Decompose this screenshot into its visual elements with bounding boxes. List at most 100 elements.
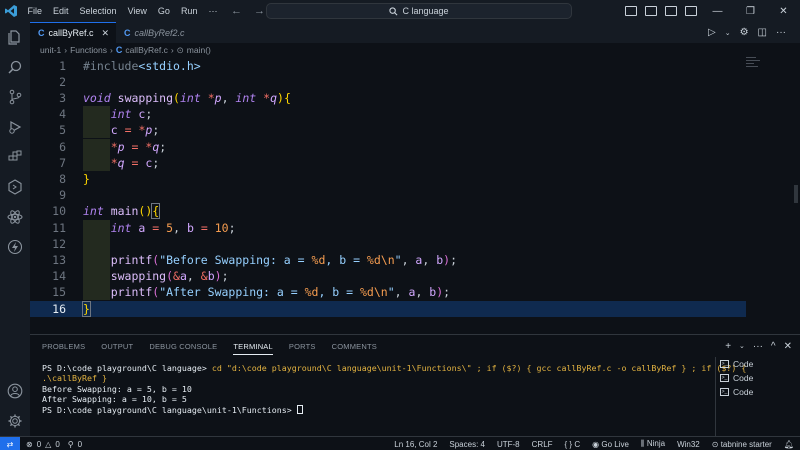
maximize-panel-icon[interactable]: ^ — [771, 341, 776, 352]
current-code-line: 16 } — [30, 300, 746, 317]
encoding[interactable]: UTF-8 — [497, 440, 520, 449]
warning-icon[interactable]: △ — [45, 440, 51, 449]
account-icon[interactable] — [0, 376, 30, 406]
line-number: 9 — [59, 188, 66, 203]
braces-icon: { } — [564, 439, 573, 449]
remote-explorer-icon[interactable] — [0, 172, 30, 202]
remote-window-icon[interactable]: ⇄ — [0, 437, 20, 450]
terminal-icon: >_ — [720, 360, 729, 368]
extensions-icon[interactable] — [0, 142, 30, 172]
tab-ports[interactable]: PORTS — [289, 342, 316, 351]
more-menu-icon[interactable]: ··· — [203, 0, 223, 22]
breadcrumb-symbol[interactable]: main() — [187, 45, 211, 55]
more-actions-icon[interactable]: ··· — [753, 341, 763, 352]
code-line: 6 *p = *q; — [30, 138, 746, 155]
more-actions-icon[interactable]: ··· — [776, 27, 786, 38]
tab-comments[interactable]: COMMENTS — [332, 342, 377, 351]
editor-scrollbar[interactable] — [793, 57, 800, 207]
menu-bar: File Edit Selection View Go Run ··· — [22, 0, 223, 22]
explorer-icon[interactable] — [0, 22, 30, 52]
forward-arrow-icon[interactable]: → — [254, 5, 265, 17]
tab-terminal[interactable]: TERMINAL — [233, 342, 273, 355]
line-ending[interactable]: CRLF — [532, 440, 553, 449]
tab-label: callByRef2.c — [134, 27, 185, 38]
code-line: 3 void swapping(int *p, int *q){ — [30, 90, 746, 106]
toggle-secondary-sidebar-icon[interactable] — [665, 6, 677, 16]
terminal-output[interactable]: PS D:\code playground\C language> cd "d:… — [42, 363, 746, 415]
terminal-dropdown-icon[interactable]: ⌄ — [739, 342, 745, 350]
tab-label: callByRef.c — [48, 28, 94, 38]
chevron-right-icon: › — [64, 45, 68, 55]
react-icon[interactable] — [0, 202, 30, 232]
tab-debug-console[interactable]: DEBUG CONSOLE — [149, 342, 217, 351]
minimize-button[interactable]: — — [701, 0, 734, 22]
search-icon[interactable] — [0, 52, 30, 82]
c-file-icon: C — [124, 27, 131, 38]
language-mode[interactable]: { } C — [565, 440, 581, 449]
close-panel-icon[interactable]: ✕ — [784, 341, 792, 352]
settings-gear-icon[interactable]: ⚙ — [740, 27, 749, 38]
terminal-instance[interactable]: >_ Code — [720, 385, 800, 399]
line-number: 10 — [52, 204, 66, 219]
line-number: 7 — [59, 155, 66, 170]
settings-gear-icon[interactable] — [0, 406, 30, 436]
toggle-sidebar-icon[interactable] — [625, 6, 637, 16]
menu-run[interactable]: Run — [175, 0, 203, 22]
code-editor[interactable]: 1 #include<stdio.h> 2 3 void swapping(in… — [30, 57, 800, 329]
c-file-icon: C — [38, 28, 45, 38]
breadcrumb-unit1[interactable]: unit-1 — [40, 45, 61, 55]
cursor-position[interactable]: Ln 16, Col 2 — [394, 440, 437, 449]
tab-callbyref2[interactable]: C callByRef2.c — [116, 22, 206, 43]
close-tab-icon[interactable]: ✕ — [102, 28, 110, 39]
ports-icon[interactable]: ⚲ — [68, 440, 74, 449]
terminal-icon: >_ — [720, 388, 729, 396]
breadcrumb-file[interactable]: callByRef.c — [125, 45, 168, 55]
split-editor-icon[interactable]: ◫ — [758, 27, 767, 38]
lightning-icon[interactable] — [0, 232, 30, 262]
error-count[interactable]: 0 — [37, 440, 41, 449]
minimap[interactable] — [746, 57, 762, 77]
warning-count[interactable]: 0 — [55, 440, 59, 449]
line-number: 14 — [52, 269, 66, 284]
close-window-button[interactable]: ✕ — [767, 0, 800, 22]
menu-go[interactable]: Go — [152, 0, 175, 22]
run-debug-icon[interactable] — [0, 112, 30, 142]
ports-count[interactable]: 0 — [78, 440, 82, 449]
terminal-output-line: After Swapping: a = 10, b = 5 — [42, 394, 187, 405]
line-number: 6 — [59, 139, 66, 154]
function-symbol-icon: ⊙ — [176, 44, 184, 55]
code-line: 15 printf("After Swapping: a = %d, b = %… — [30, 284, 746, 301]
terminal-icon: >_ — [720, 374, 729, 382]
run-file-icon[interactable]: ▷ — [708, 27, 716, 38]
tab-problems[interactable]: PROBLEMS — [42, 342, 85, 351]
indentation[interactable]: Spaces: 4 — [449, 440, 485, 449]
terminal-instance[interactable]: >_ Code — [720, 357, 800, 371]
terminal-instance[interactable]: >_ Code — [720, 371, 800, 385]
line-number: 16 — [52, 301, 66, 316]
ninja-status[interactable]: ⫼ Ninja — [641, 439, 665, 449]
source-control-icon[interactable] — [0, 82, 30, 112]
menu-edit[interactable]: Edit — [48, 0, 75, 22]
platform-status[interactable]: Win32 — [677, 440, 700, 449]
code-line: 4 int c; — [30, 106, 746, 123]
customize-layout-icon[interactable] — [685, 6, 697, 16]
breadcrumb-functions[interactable]: Functions — [70, 45, 107, 55]
tabnine-status[interactable]: ⊙ tabnine starter — [712, 440, 772, 449]
line-number: 15 — [52, 285, 66, 300]
menu-view[interactable]: View — [122, 0, 152, 22]
run-dropdown-icon[interactable]: ⌄ — [725, 29, 731, 37]
error-icon[interactable]: ⊗ — [26, 440, 33, 449]
menu-file[interactable]: File — [22, 0, 48, 22]
code-line: 12 — [30, 235, 746, 252]
restore-button[interactable]: ❐ — [734, 0, 767, 22]
toggle-panel-icon[interactable] — [645, 6, 657, 16]
tab-output[interactable]: OUTPUT — [101, 342, 133, 351]
new-terminal-icon[interactable]: + — [725, 341, 731, 352]
command-center-search[interactable]: C language — [266, 3, 572, 19]
tab-callbyref[interactable]: C callByRef.c ✕ — [30, 22, 116, 43]
menu-selection[interactable]: Selection — [74, 0, 122, 22]
panel-tabs: PROBLEMS OUTPUT DEBUG CONSOLE TERMINAL P… — [42, 335, 377, 357]
back-arrow-icon[interactable]: ← — [231, 5, 242, 17]
go-live-button[interactable]: ◉ Go Live — [592, 440, 629, 449]
notifications-bell-icon[interactable]: 🔔︎ — [784, 440, 794, 449]
